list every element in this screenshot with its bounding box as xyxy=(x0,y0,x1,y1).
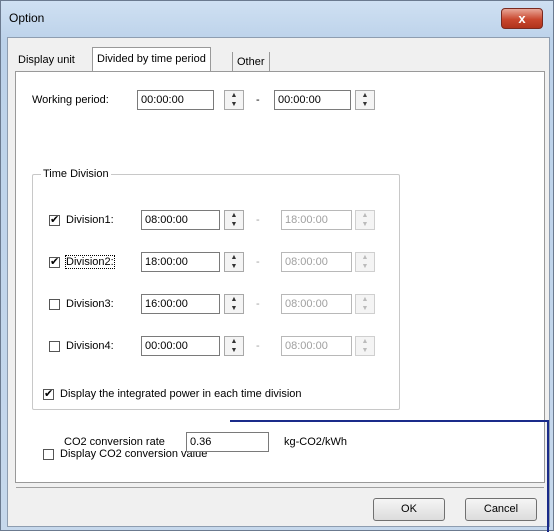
division1-checkbox[interactable]: ✔ xyxy=(49,215,60,226)
spin-down-icon: ▼ xyxy=(361,263,369,270)
division2-start-spinner[interactable]: ▲ ▼ xyxy=(224,252,244,272)
division1-end-input: 18:00:00 xyxy=(281,210,352,230)
spin-down-icon[interactable]: ▼ xyxy=(225,304,243,313)
range-separator: - xyxy=(256,256,260,268)
co2-unit-label: kg-CO2/kWh xyxy=(284,436,347,448)
division4-checkbox[interactable] xyxy=(49,341,60,352)
dialog-body: Display unit Divided by time period Othe… xyxy=(7,37,550,527)
time-division-title: Time Division xyxy=(41,168,111,180)
spin-down-icon: ▼ xyxy=(361,221,369,228)
division4-start-spinner[interactable]: ▲ ▼ xyxy=(224,336,244,356)
spin-up-icon[interactable]: ▲ xyxy=(225,91,243,100)
integrated-power-checkbox[interactable]: ✔ xyxy=(43,389,54,400)
integrated-power-label: Display the integrated power in each tim… xyxy=(60,388,302,400)
spin-up-icon[interactable]: ▲ xyxy=(356,91,374,100)
footer-separator xyxy=(16,487,544,488)
spin-up-icon[interactable]: ▲ xyxy=(225,253,243,262)
working-period-start-spinner[interactable]: ▲ ▼ xyxy=(224,90,244,110)
callout-leader-line-vertical xyxy=(547,420,549,532)
spin-up-icon: ▲ xyxy=(361,254,369,261)
working-period-end-spinner[interactable]: ▲ ▼ xyxy=(355,90,375,110)
spin-up-icon: ▲ xyxy=(361,296,369,303)
range-separator: - xyxy=(256,214,260,226)
close-icon: x xyxy=(518,11,526,26)
division2-end-spinner: ▲ ▼ xyxy=(355,252,375,272)
working-period-start-input[interactable]: 00:00:00 xyxy=(137,90,214,110)
division3-start-spinner[interactable]: ▲ ▼ xyxy=(224,294,244,314)
division3-end-spinner: ▲ ▼ xyxy=(355,294,375,314)
division4-end-spinner: ▲ ▼ xyxy=(355,336,375,356)
division2-label: Division2: xyxy=(65,255,115,269)
division3-label: Division3: xyxy=(66,298,114,310)
division1-start-spinner[interactable]: ▲ ▼ xyxy=(224,210,244,230)
division3-start-input[interactable]: 16:00:00 xyxy=(141,294,220,314)
co2-rate-label: CO2 conversion rate xyxy=(64,436,165,448)
spin-down-icon[interactable]: ▼ xyxy=(225,346,243,355)
division4-start-input[interactable]: 00:00:00 xyxy=(141,336,220,356)
co2-rate-input[interactable]: 0.36 xyxy=(186,432,269,452)
range-separator: - xyxy=(256,340,260,352)
dialog-title: Option xyxy=(9,11,45,25)
division1-start-input[interactable]: 08:00:00 xyxy=(141,210,220,230)
division3-checkbox[interactable] xyxy=(49,299,60,310)
tab-display-unit[interactable]: Display unit xyxy=(14,50,79,70)
callout-leader-line xyxy=(230,420,549,422)
cancel-button[interactable]: Cancel xyxy=(465,498,537,521)
spin-up-icon[interactable]: ▲ xyxy=(225,337,243,346)
ok-button[interactable]: OK xyxy=(373,498,445,521)
spin-down-icon[interactable]: ▼ xyxy=(356,100,374,109)
division1-end-spinner: ▲ ▼ xyxy=(355,210,375,230)
co2-checkbox[interactable] xyxy=(43,449,54,460)
spin-up-icon[interactable]: ▲ xyxy=(225,295,243,304)
tab-other[interactable]: Other xyxy=(232,52,270,72)
working-period-label: Working period: xyxy=(32,94,109,106)
division2-start-input[interactable]: 18:00:00 xyxy=(141,252,220,272)
spin-up-icon: ▲ xyxy=(361,212,369,219)
spin-down-icon[interactable]: ▼ xyxy=(225,262,243,271)
spin-up-icon[interactable]: ▲ xyxy=(225,211,243,220)
tab-divided-by-time-period[interactable]: Divided by time period xyxy=(92,47,211,72)
division2-end-input: 08:00:00 xyxy=(281,252,352,272)
spin-down-icon: ▼ xyxy=(361,347,369,354)
spin-down-icon: ▼ xyxy=(361,305,369,312)
division4-end-input: 08:00:00 xyxy=(281,336,352,356)
spin-up-icon: ▲ xyxy=(361,338,369,345)
option-dialog: Option x Display unit Divided by time pe… xyxy=(0,0,554,532)
division3-end-input: 08:00:00 xyxy=(281,294,352,314)
spin-down-icon[interactable]: ▼ xyxy=(225,100,243,109)
division2-checkbox[interactable]: ✔ xyxy=(49,257,60,268)
division4-label: Division4: xyxy=(66,340,114,352)
working-period-end-input[interactable]: 00:00:00 xyxy=(274,90,351,110)
spin-down-icon[interactable]: ▼ xyxy=(225,220,243,229)
range-separator: - xyxy=(256,298,260,310)
close-button[interactable]: x xyxy=(501,8,543,29)
range-separator: - xyxy=(256,94,260,106)
division1-label: Division1: xyxy=(66,214,114,226)
